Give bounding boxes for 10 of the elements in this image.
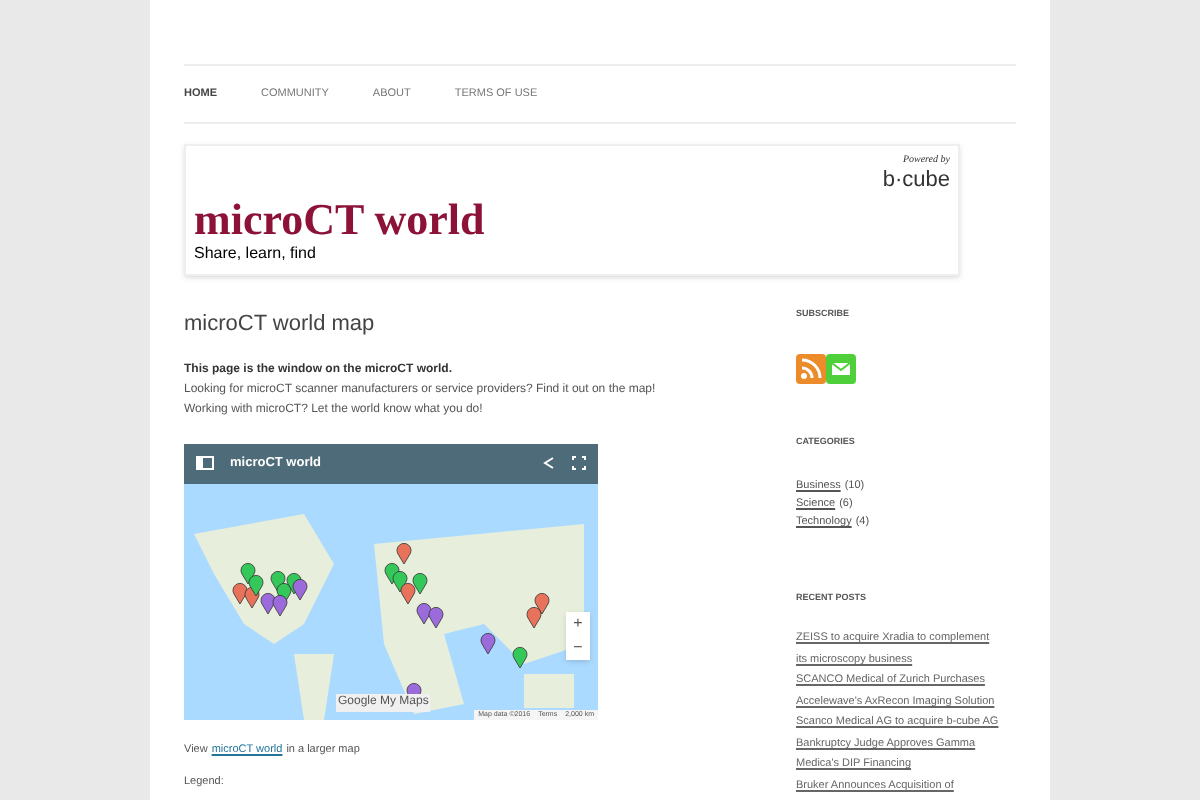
zoom-in-button[interactable]: + bbox=[566, 611, 590, 636]
banner-title: microCT world bbox=[194, 198, 485, 243]
fullscreen-icon[interactable] bbox=[572, 456, 586, 471]
banner-tagline: Share, learn, find bbox=[194, 242, 318, 267]
sidebar-toggle-icon[interactable] bbox=[196, 456, 214, 471]
share-icon[interactable] bbox=[542, 456, 556, 471]
page-title: microCT world map bbox=[184, 310, 377, 341]
zoom-out-button[interactable]: − bbox=[566, 635, 590, 660]
sponsor-logo: b·cube bbox=[882, 169, 950, 192]
rss-icon[interactable] bbox=[796, 354, 826, 384]
